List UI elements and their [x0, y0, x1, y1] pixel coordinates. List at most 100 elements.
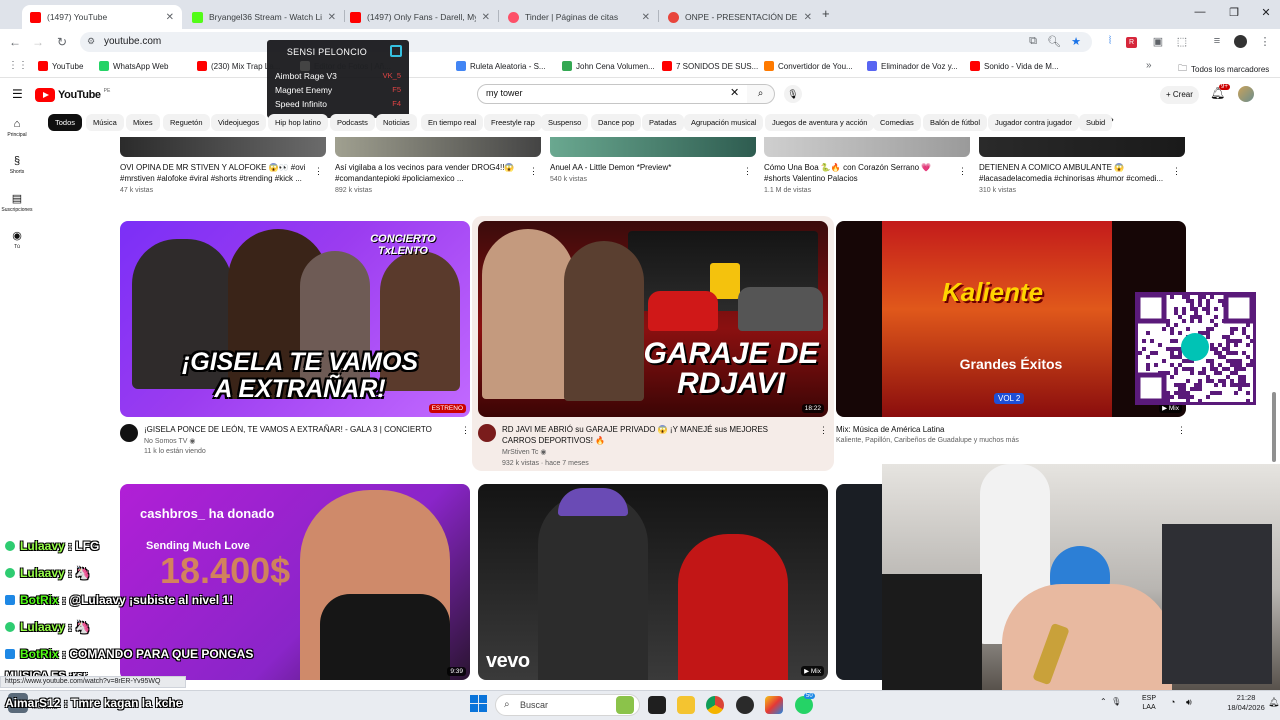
wifi-icon[interactable]: ◔ — [1170, 697, 1175, 707]
chip-filter[interactable]: Noticias — [376, 114, 417, 131]
site-info-icon[interactable]: ⚙ — [87, 36, 95, 47]
bookmark-item[interactable]: (230) Mix Trap La... — [197, 61, 280, 71]
video-title[interactable]: OVI OPINA DE MR STIVEN Y ALOFOKE 😱👀 #ovi… — [120, 162, 310, 184]
chip-filter[interactable]: Comedias — [873, 114, 921, 131]
cheat-item[interactable]: Magnet Enemy F5 — [275, 85, 401, 95]
bookmark-item[interactable]: WhatsApp Web — [99, 61, 168, 71]
tab-youtube-2[interactable]: (1497) Only Fans - Darell, Myke ✕ — [342, 5, 498, 29]
video-title[interactable]: Así vigilaba a los vecinos para vender D… — [335, 162, 525, 184]
all-bookmarks-folder[interactable]: 🗀 Todos los marcadores — [1178, 61, 1269, 77]
channel-avatar[interactable] — [478, 424, 496, 442]
video-thumbnail[interactable] — [836, 484, 882, 680]
extension-qr-icon[interactable]: ▣ — [1151, 35, 1165, 48]
chip-filter[interactable]: Reguetón — [163, 114, 210, 131]
search-button[interactable]: ⌕ — [747, 84, 775, 104]
volume-icon[interactable]: 🔊︎ — [1186, 697, 1192, 708]
profile-avatar[interactable] — [1234, 35, 1247, 48]
chip-filter[interactable]: En tiempo real — [421, 114, 484, 131]
more-options-icon[interactable]: ⋮ — [1177, 425, 1186, 436]
chip-filter[interactable]: Suspenso — [541, 114, 589, 131]
minimize-icon[interactable]: — — [1190, 6, 1210, 18]
chip-filter[interactable]: Freestyle rap — [484, 114, 542, 131]
app-stack-icon[interactable] — [765, 696, 783, 714]
video-thumbnail[interactable] — [550, 137, 756, 157]
forward-icon[interactable]: → — [30, 35, 46, 49]
chip-filter[interactable]: Videojuegos — [211, 114, 267, 131]
tab-tinder[interactable]: Tinder | Páginas de citas ✕ — [500, 5, 658, 29]
sidebar-item-you[interactable]: ◉ Tú — [0, 229, 34, 250]
sidebar-item-shorts[interactable]: § Shorts — [0, 155, 34, 175]
bookmark-star-icon[interactable]: ★ — [1069, 35, 1083, 48]
chip-filter[interactable]: Jugador contra jugador — [988, 114, 1080, 131]
more-options-icon[interactable]: ⋮ — [958, 166, 967, 177]
voice-search-icon[interactable]: 🎙︎ — [784, 85, 802, 103]
back-icon[interactable]: ← — [7, 35, 23, 49]
chrome-menu-icon[interactable]: ⋮ — [1258, 35, 1272, 48]
tab-search-icon[interactable]: ≡ — [1210, 35, 1224, 47]
video-thumbnail[interactable]: vevo ▶︎ Mix — [478, 484, 828, 680]
bookmark-item[interactable]: YouTube — [38, 61, 83, 71]
chip-filter[interactable]: Subid — [1079, 114, 1113, 131]
reload-icon[interactable]: ↻ — [54, 35, 70, 49]
chip-filter[interactable]: Podcasts — [330, 114, 375, 131]
windows-start-icon[interactable] — [470, 695, 487, 712]
channel-avatar[interactable] — [120, 424, 138, 442]
url-text[interactable]: youtube.com — [104, 36, 161, 47]
video-thumbnail[interactable] — [335, 137, 541, 157]
bookmark-item[interactable]: Editor de Fotos | Añ... — [300, 61, 391, 71]
video-thumbnail[interactable] — [764, 137, 970, 157]
chip-filter[interactable]: Patadas — [642, 114, 684, 131]
bookmark-item[interactable]: John Cena Volumen... — [562, 61, 655, 71]
chip-filter[interactable]: Juegos de aventura y acción — [765, 114, 875, 131]
bookmark-item[interactable]: 7 SONIDOS DE SUS... — [662, 61, 758, 71]
install-app-icon[interactable]: ⧉ — [1026, 35, 1040, 48]
video-title[interactable]: ¡GISELA PONCE DE LEÓN, TE VAMOS A EXTRAÑ… — [144, 424, 454, 435]
cheat-item[interactable]: Speed Infinito F4 — [275, 99, 401, 109]
chip-filter[interactable]: Agrupación musical — [684, 114, 764, 131]
taskbar-clock[interactable]: 21:28 18/04/2026 — [1224, 693, 1268, 713]
chip-filter[interactable]: Balón de fútbol — [923, 114, 988, 131]
create-button[interactable]: + Crear — [1160, 86, 1199, 104]
account-avatar[interactable] — [1238, 86, 1254, 102]
extension-wave-icon[interactable]: ⦚ — [1103, 35, 1117, 48]
close-tab-icon[interactable]: ✕ — [804, 12, 812, 23]
bookmark-item[interactable]: Convertidor de You... — [764, 61, 853, 71]
cheat-item[interactable]: Aimbot Rage V3 VK_5 — [275, 71, 401, 81]
video-title[interactable]: Mix: Música de América Latina — [836, 424, 1166, 435]
video-title[interactable]: RD JAVI ME ABRIÓ su GARAJE PRIVADO 😱 ¡Y … — [502, 424, 802, 446]
video-thumbnail[interactable] — [120, 137, 326, 157]
video-title[interactable]: Cómo Una Boa 🐍🔥 con Corazón Serrano 💗 #s… — [764, 162, 954, 184]
chevron-up-icon[interactable]: ⌃ — [1100, 697, 1107, 706]
new-tab-button[interactable]: + — [822, 6, 830, 21]
restore-icon[interactable]: ❐ — [1224, 6, 1244, 19]
bookmark-item[interactable]: Ruleta Aleatoria - S... — [456, 61, 546, 71]
video-thumbnail[interactable] — [979, 137, 1185, 157]
clear-search-icon[interactable]: ✕ — [730, 86, 739, 99]
bookmark-item[interactable]: Sonido - Vida de M... — [970, 61, 1059, 71]
more-options-icon[interactable]: ⋮ — [314, 166, 323, 177]
chip-filter[interactable]: Mixes — [126, 114, 160, 131]
extension-red-icon[interactable]: R — [1126, 37, 1137, 48]
tab-youtube[interactable]: (1497) YouTube ✕ — [22, 5, 182, 29]
close-tab-icon[interactable]: ✕ — [482, 12, 490, 23]
chip-all[interactable]: Todos — [48, 114, 83, 131]
language-indicator[interactable]: ESP LAA — [1142, 694, 1156, 712]
video-title[interactable]: DETIENEN A COMICO AMBULANTE 😱 #lacasadel… — [979, 162, 1169, 184]
address-bar[interactable] — [80, 32, 1092, 52]
close-tab-icon[interactable]: ✕ — [328, 12, 336, 23]
page-scrollbar-thumb[interactable] — [1272, 392, 1276, 462]
close-tab-icon[interactable]: ✕ — [166, 12, 174, 23]
more-options-icon[interactable]: ⋮ — [1172, 166, 1181, 177]
notification-center-icon[interactable]: 🔔︎ — [1268, 697, 1279, 708]
more-options-icon[interactable]: ⋮ — [529, 166, 538, 177]
mic-icon[interactable]: 🎙︎ — [1111, 697, 1121, 706]
bookmark-item[interactable]: Eliminador de Voz y... — [867, 61, 958, 71]
zoom-icon[interactable]: 🔍︎ — [1047, 35, 1061, 48]
apps-grid-icon[interactable]: ⋮⋮ — [8, 60, 28, 71]
search-input[interactable]: my tower — [477, 84, 748, 104]
chip-filter[interactable]: Hip hop latino — [268, 114, 328, 131]
more-options-icon[interactable]: ⋮ — [461, 425, 470, 436]
tab-kick-stream[interactable]: Bryangel36 Stream - Watch Live ✕ — [184, 5, 344, 29]
more-options-icon[interactable]: ⋮ — [819, 425, 828, 436]
close-tab-icon[interactable]: ✕ — [642, 12, 650, 23]
